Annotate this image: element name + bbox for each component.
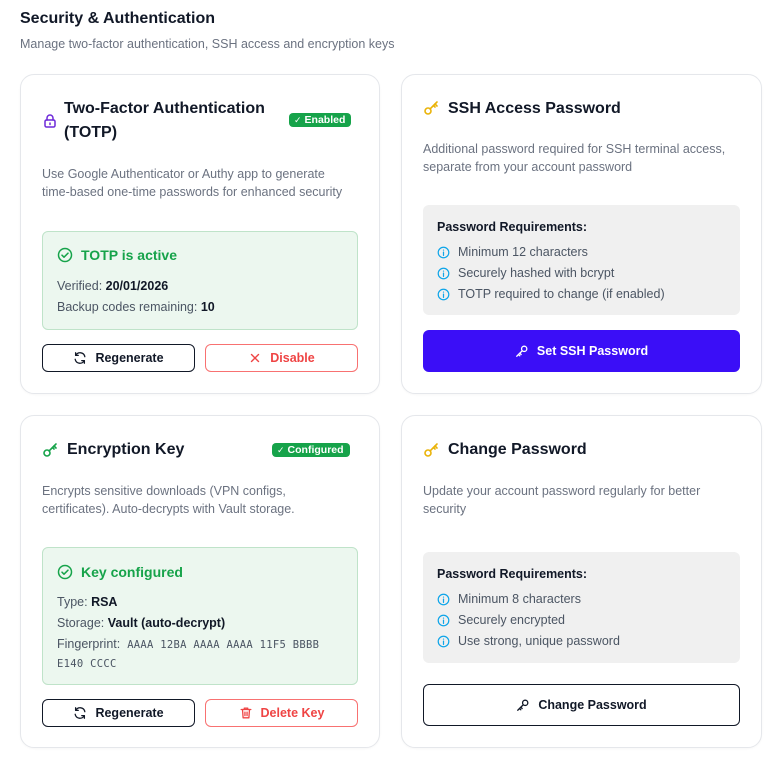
change-password-description: Update your account password regularly f… [423,484,701,516]
key-type: Type: RSA [57,595,118,609]
lock-icon [42,113,58,129]
key-icon [423,100,439,116]
delete-key-button[interactable]: Delete Key [205,699,358,727]
totp-description: Use Google Authenticator or Authy app to… [42,167,343,199]
page-title: Security & Authentication [20,10,215,27]
refresh-icon [74,707,86,719]
check-icon: ✓ [294,115,302,125]
encryption-description: Encrypts sensitive downloads (VPN config… [42,484,295,516]
ssh-description: Additional password required for SSH ter… [423,142,726,174]
encryption-key-card: Encryption Key ✓ Configured Encrypts sen… [20,415,380,748]
check-icon: ✓ [277,445,285,455]
encryption-status-heading: Key configured [57,564,183,580]
security-settings-page: Security & Authentication Manage two-fac… [0,0,778,764]
page-subtitle: Manage two-factor authentication, SSH ac… [20,37,395,51]
requirement-item: Securely hashed with bcrypt [437,266,614,280]
change-password-title: Change Password [448,441,587,458]
key-storage: Storage: Vault (auto-decrypt) [57,616,226,630]
key-fingerprint-cont: E140 CCCC [57,658,117,670]
key-icon [517,699,529,711]
key-icon [516,345,528,357]
ssh-card: SSH Access Password Additional password … [401,74,762,394]
info-icon [437,635,450,647]
change-password-card: Change Password Update your account pass… [401,415,762,748]
key-icon [423,442,439,458]
totp-status-box: TOTP is active Verified: 20/01/2026 Back… [42,231,358,330]
requirements-heading: Password Requirements: [437,567,588,581]
set-ssh-password-button[interactable]: Set SSH Password [423,330,740,372]
encryption-status-box: Key configured Type: RSA Storage: Vault … [42,547,358,685]
ssh-title: SSH Access Password [448,100,621,117]
requirement-item: Minimum 12 characters [437,245,588,259]
totp-status-heading: TOTP is active [57,247,177,263]
password-requirements: Password Requirements: Minimum 8 charact… [423,552,740,663]
requirement-item: TOTP required to change (if enabled) [437,287,665,301]
totp-backup-codes: Backup codes remaining: 10 [57,300,215,314]
refresh-icon [74,352,86,364]
key-fingerprint: Fingerprint: AAAA 12BA AAAA AAAA 11F5 BB… [57,637,320,651]
totp-card: Two-Factor Authentication (TOTP) ✓ Enabl… [20,74,380,394]
requirement-item: Minimum 8 characters [437,592,581,606]
ssh-requirements: Password Requirements: Minimum 12 charac… [423,205,740,315]
encryption-title: Encryption Key [67,441,185,458]
info-icon [437,593,450,605]
trash-icon [240,707,251,719]
totp-verified: Verified: 20/01/2026 [57,279,169,293]
status-badge: ✓ Enabled [289,113,352,127]
totp-title: Two-Factor Authentication (TOTP) [64,100,265,141]
close-icon [251,353,260,363]
info-icon [437,288,450,300]
requirements-heading: Password Requirements: [437,220,588,234]
info-icon [437,614,450,626]
disable-totp-button[interactable]: Disable [205,344,358,372]
change-password-button[interactable]: Change Password [423,684,740,726]
requirement-item: Securely encrypted [437,613,565,627]
check-circle-icon [57,247,73,263]
requirement-item: Use strong, unique password [437,634,620,648]
regenerate-totp-button[interactable]: Regenerate [42,344,195,372]
regenerate-key-button[interactable]: Regenerate [42,699,195,727]
info-icon [437,246,450,258]
key-icon [42,442,58,458]
status-badge: ✓ Configured [272,443,350,457]
info-icon [437,267,450,279]
check-circle-icon [57,564,73,580]
